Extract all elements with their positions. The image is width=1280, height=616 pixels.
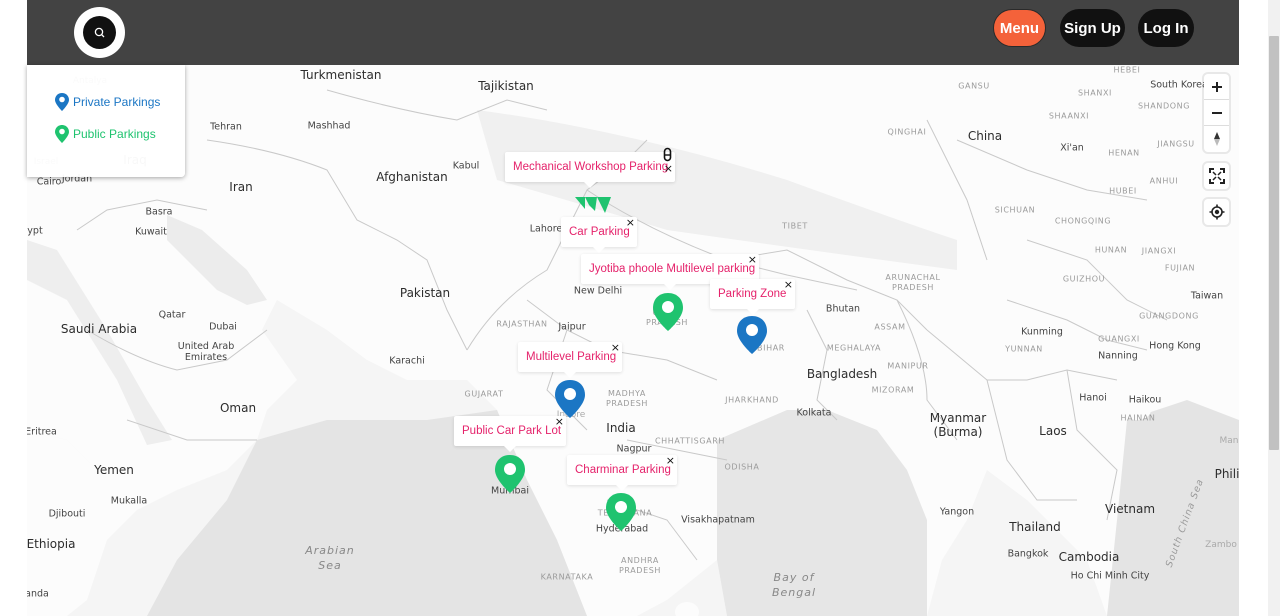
parking-marker-public-car-park-lot[interactable] [495,455,525,497]
minus-icon [1211,111,1222,114]
app-root: Turkmenistan Tajikistan Afghanistan Iran… [0,0,1280,616]
map-legend: Private Parkings Public Parkings [27,65,185,177]
popup-close-button[interactable]: × [664,163,673,175]
fullscreen-control [1204,163,1229,189]
popup-title: Parking Zone [718,288,787,300]
fullscreen-icon [1208,168,1225,184]
private-pin-icon [737,316,767,354]
private-pin-icon [55,93,69,111]
top-navbar [27,0,1239,65]
public-pin-icon [575,197,611,213]
fullscreen-button[interactable] [1204,163,1229,189]
plus-icon [1211,81,1222,92]
popup-title: Charminar Parking [575,464,671,476]
popup-title: Car Parking [569,226,630,238]
public-pin-icon [495,455,525,493]
popup-close-button[interactable]: × [666,455,675,467]
sign-up-button[interactable]: Sign Up [1060,9,1125,47]
parking-marker-charminar[interactable] [606,493,636,535]
legend-private-parkings[interactable]: Private Parkings [55,93,160,111]
search-icon [94,27,104,37]
private-pin-icon [555,380,585,418]
parking-marker-parking-zone[interactable] [737,316,767,358]
zoom-in-button[interactable] [1204,74,1229,100]
geolocate-button[interactable] [1204,199,1229,225]
zoom-controls [1204,74,1229,152]
public-pin-icon [606,493,636,531]
popup-title: Jyotiba phoole Multilevel parking [589,263,756,275]
popup-close-button[interactable]: × [748,254,757,266]
cursor-text-icon [663,147,672,162]
compass-icon [1213,132,1220,146]
reset-north-button[interactable] [1204,126,1229,152]
popup-parking-zone: Parking Zone × [710,279,795,315]
public-pin-icon [653,293,683,331]
zoom-out-button[interactable] [1204,100,1229,126]
popup-close-button[interactable]: × [555,416,564,428]
parking-marker-jyotiba-phoole[interactable] [653,293,683,335]
log-in-button[interactable]: Log In [1138,9,1194,47]
geolocate-control [1204,199,1229,225]
popup-title: Public Car Park Lot [462,425,562,437]
popup-car-parking: Car Parking × [561,217,637,253]
menu-button[interactable]: Menu [993,9,1046,47]
search-button[interactable] [74,7,125,58]
popup-title: Mechanical Workshop Parking [513,161,669,173]
popup-close-button[interactable]: × [611,342,620,354]
legend-private-label: Private Parkings [73,95,161,109]
scrollbar-thumb[interactable] [1269,36,1279,450]
locate-icon [1209,204,1224,220]
popup-charminar: Charminar Parking × [567,455,677,491]
search-button-inner [83,16,116,49]
popup-mechanical-workshop: Mechanical Workshop Parking × [505,152,675,188]
legend-public-parkings[interactable]: Public Parkings [55,125,156,143]
popup-public-car-park-lot: Public Car Park Lot × [454,416,566,452]
popup-close-button[interactable]: × [626,217,635,229]
popup-close-button[interactable]: × [784,279,793,291]
popup-title: Multilevel Parking [526,351,617,363]
public-pin-icon [55,125,69,143]
legend-public-label: Public Parkings [73,127,156,141]
popup-multilevel: Multilevel Parking × [518,342,622,378]
